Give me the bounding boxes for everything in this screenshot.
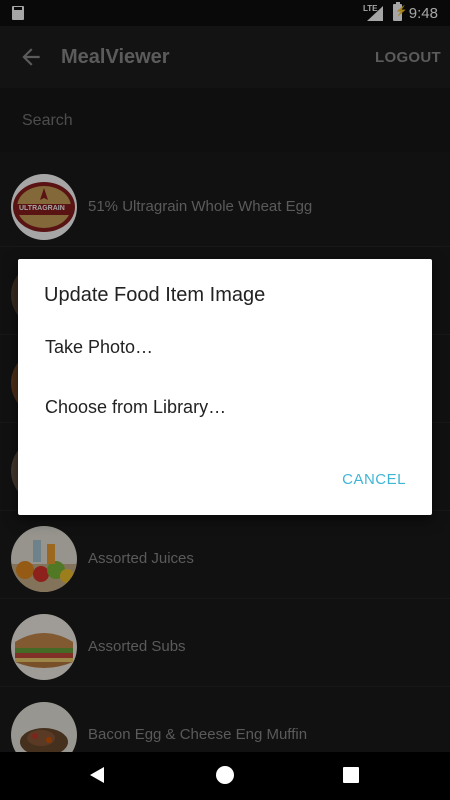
dialog-title: Update Food Item Image [44,284,266,306]
system-nav-bar [0,752,450,800]
take-photo-option[interactable]: Take Photo… [45,337,153,358]
nav-back-icon[interactable] [90,767,104,783]
cancel-button[interactable]: CANCEL [342,471,406,488]
nav-home-icon[interactable] [216,766,234,784]
nav-recents-icon[interactable] [343,767,359,783]
choose-from-library-option[interactable]: Choose from Library… [45,397,226,418]
update-image-dialog: Update Food Item Image Take Photo… Choos… [18,259,432,515]
